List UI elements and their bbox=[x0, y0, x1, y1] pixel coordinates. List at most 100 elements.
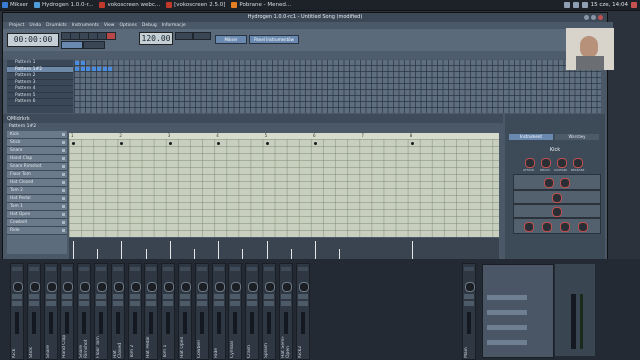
note[interactable] bbox=[265, 142, 269, 145]
battery-icon[interactable] bbox=[581, 2, 588, 8]
pan-knob[interactable] bbox=[231, 282, 242, 292]
pan-knob[interactable] bbox=[46, 282, 57, 292]
solo-button[interactable] bbox=[79, 301, 90, 306]
solo-button[interactable] bbox=[12, 301, 22, 306]
mute-icon[interactable] bbox=[62, 173, 65, 176]
mute-button[interactable] bbox=[62, 294, 73, 299]
mute-button[interactable] bbox=[163, 294, 174, 299]
volume-fader[interactable] bbox=[250, 312, 255, 334]
fx-send-led[interactable] bbox=[28, 267, 39, 271]
fx-send-led[interactable] bbox=[62, 267, 73, 271]
beat-ruler[interactable]: 1 2 3 4 5 6 7 8 bbox=[69, 133, 499, 139]
mute-button[interactable] bbox=[196, 294, 207, 299]
mute-button[interactable] bbox=[247, 294, 258, 299]
pan-knob[interactable] bbox=[298, 282, 309, 292]
release-knob[interactable] bbox=[573, 158, 583, 168]
solo-button[interactable] bbox=[247, 301, 258, 306]
fx2-send-knob[interactable] bbox=[542, 222, 552, 232]
menu-undo[interactable]: Undo bbox=[29, 23, 41, 28]
network-icon[interactable] bbox=[563, 2, 570, 8]
song-grid[interactable] bbox=[74, 60, 601, 113]
pan-knob[interactable] bbox=[197, 282, 208, 292]
pan-knob[interactable] bbox=[147, 282, 158, 292]
song-mode-button[interactable] bbox=[83, 41, 105, 49]
mute-button[interactable] bbox=[112, 294, 123, 299]
mute-button[interactable] bbox=[280, 294, 291, 299]
fx4-send-knob[interactable] bbox=[578, 222, 588, 232]
pattern-grid[interactable] bbox=[69, 133, 511, 237]
fx-send-led[interactable] bbox=[264, 267, 274, 271]
pan-knob[interactable] bbox=[265, 282, 275, 292]
pan-knob[interactable] bbox=[164, 282, 175, 292]
mute-icon[interactable] bbox=[62, 157, 65, 160]
solo-button[interactable] bbox=[146, 301, 157, 306]
mute-icon[interactable] bbox=[62, 221, 65, 224]
instrument-row[interactable]: Tom 1 bbox=[7, 203, 67, 211]
instrument-row[interactable]: Hat Open bbox=[7, 211, 67, 219]
pattern-mode-button[interactable] bbox=[61, 41, 83, 49]
fx3-send-knob[interactable] bbox=[560, 222, 570, 232]
instrument-row[interactable]: Hat Closed bbox=[7, 179, 67, 187]
instrument-row[interactable]: Kick bbox=[7, 131, 67, 139]
decay-knob[interactable] bbox=[541, 158, 551, 168]
filter-resonance-knob[interactable] bbox=[560, 178, 570, 188]
mute-icon[interactable] bbox=[62, 141, 65, 144]
solo-button[interactable] bbox=[264, 301, 274, 306]
mute-button[interactable] bbox=[297, 294, 308, 299]
fx-send-led[interactable] bbox=[180, 267, 190, 271]
volume-fader[interactable] bbox=[216, 312, 221, 334]
instrument-row[interactable]: Cowbell bbox=[7, 219, 67, 227]
fx-send-led[interactable] bbox=[280, 267, 291, 271]
power-icon[interactable] bbox=[631, 2, 637, 8]
fx-send-led[interactable] bbox=[79, 267, 90, 271]
fx-send-led[interactable] bbox=[247, 267, 258, 271]
pan-knob[interactable] bbox=[63, 282, 74, 292]
mute-button[interactable] bbox=[96, 294, 106, 299]
solo-button[interactable] bbox=[196, 301, 207, 306]
mute-icon[interactable] bbox=[62, 229, 65, 232]
song-cell-active[interactable] bbox=[80, 61, 85, 65]
mute-icon[interactable] bbox=[62, 181, 65, 184]
mute-button[interactable] bbox=[180, 294, 190, 299]
menu-debug[interactable]: Debug bbox=[142, 23, 157, 28]
volume-fader[interactable] bbox=[65, 312, 70, 334]
volume-fader[interactable] bbox=[15, 312, 19, 334]
pattern-list-item[interactable]: Pattern 6 bbox=[7, 99, 73, 106]
song-cell-active[interactable] bbox=[75, 61, 79, 65]
solo-button[interactable] bbox=[180, 301, 190, 306]
fx-send-led[interactable] bbox=[146, 267, 157, 271]
fx-send-led[interactable] bbox=[230, 267, 241, 271]
mute-button[interactable] bbox=[79, 294, 90, 299]
mute-button[interactable] bbox=[28, 294, 39, 299]
mute-icon[interactable] bbox=[62, 149, 65, 152]
fx-send-led[interactable] bbox=[163, 267, 174, 271]
pan-knob[interactable] bbox=[248, 282, 259, 292]
solo-button[interactable] bbox=[163, 301, 174, 306]
volume-fader[interactable] bbox=[233, 312, 238, 334]
note[interactable] bbox=[168, 142, 172, 145]
solo-button[interactable] bbox=[28, 301, 39, 306]
song-cell-active[interactable] bbox=[91, 67, 96, 71]
volume-fader[interactable] bbox=[467, 312, 471, 334]
mute-button[interactable] bbox=[146, 294, 157, 299]
instrument-row[interactable]: Floor Tom bbox=[7, 171, 67, 179]
task-download-manager[interactable]: Pobrane - Mened... bbox=[229, 1, 293, 9]
volume-icon[interactable] bbox=[572, 2, 579, 8]
pan-knob[interactable] bbox=[181, 282, 191, 292]
solo-button[interactable] bbox=[280, 301, 291, 306]
fx-send-led[interactable] bbox=[129, 267, 140, 271]
menu-drumkits[interactable]: Drumkits bbox=[46, 23, 67, 28]
volume-fader[interactable] bbox=[132, 312, 137, 334]
jack-transport-button[interactable] bbox=[193, 32, 211, 40]
task-mixer[interactable]: Mikser bbox=[0, 1, 30, 9]
instrument-row[interactable]: Ride bbox=[7, 227, 67, 235]
menu-options[interactable]: Options bbox=[120, 23, 137, 28]
fx-slot-1[interactable] bbox=[487, 295, 527, 300]
fx-send-led[interactable] bbox=[45, 267, 56, 271]
note[interactable] bbox=[410, 142, 414, 145]
instrument-row[interactable]: Snare Rimshot bbox=[7, 163, 67, 171]
mute-button[interactable] bbox=[264, 294, 274, 299]
attack-knob[interactable] bbox=[525, 158, 535, 168]
fx-send-led[interactable] bbox=[112, 267, 123, 271]
fx-send-led[interactable] bbox=[297, 267, 308, 271]
